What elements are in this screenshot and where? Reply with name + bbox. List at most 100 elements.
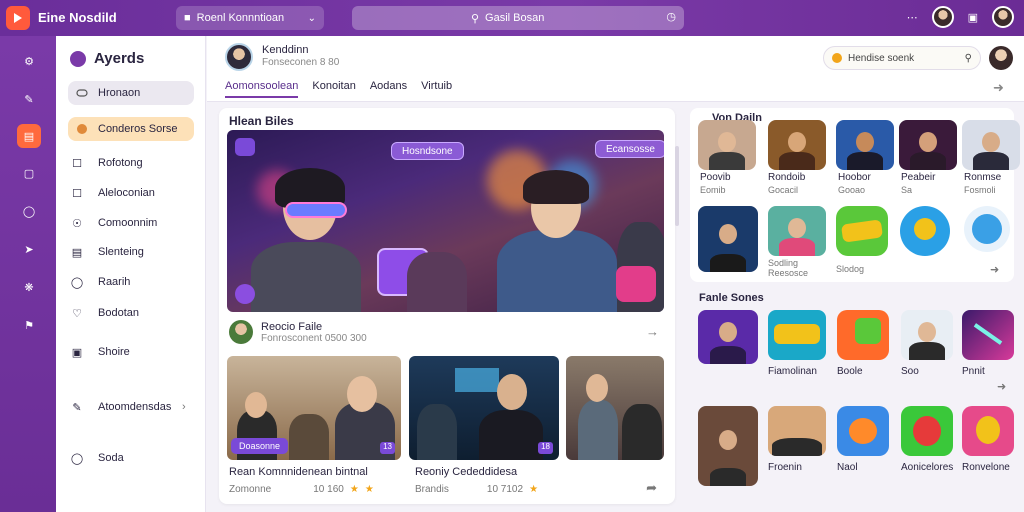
- app-tile[interactable]: [962, 310, 1014, 360]
- tab-2[interactable]: Aodans: [370, 80, 407, 98]
- share-icon[interactable]: ➜: [990, 263, 999, 276]
- face: [788, 218, 806, 238]
- video-caption[interactable]: Reoniy Cededdidesa: [415, 466, 517, 478]
- share-icon[interactable]: ➜: [997, 380, 1006, 393]
- app-tile[interactable]: [698, 120, 756, 170]
- hero-image[interactable]: Hosndsone Ecansosse: [227, 130, 664, 312]
- secondary-avatar[interactable]: [989, 46, 1013, 70]
- body: [909, 342, 945, 360]
- body: [973, 152, 1009, 170]
- timer-icon[interactable]: ◯: [18, 200, 40, 222]
- document-icon[interactable]: ▤: [17, 124, 41, 148]
- bookmark-icon[interactable]: ▣: [968, 11, 978, 24]
- app-tile[interactable]: [962, 406, 1014, 456]
- video-thumb[interactable]: 18: [409, 356, 559, 460]
- square-icon[interactable]: ▢: [18, 162, 40, 184]
- post-avatar[interactable]: [229, 320, 253, 344]
- more-icon[interactable]: ⋯: [907, 11, 918, 24]
- game-app-icon[interactable]: [836, 206, 888, 256]
- workspace-icon: ■: [184, 12, 191, 24]
- nav-item-5[interactable]: ♡ Bodotan: [70, 306, 139, 320]
- video-thumb[interactable]: Doasonne 13: [227, 356, 401, 460]
- edit-icon[interactable]: ✎: [18, 88, 40, 110]
- nav-item-1[interactable]: ☐ Aleloconian: [70, 186, 155, 200]
- user-icon: [77, 124, 87, 134]
- nav-item-6[interactable]: ▣ Shoire: [70, 345, 130, 359]
- video-count: 18: [538, 442, 553, 454]
- app-tile[interactable]: [837, 310, 889, 360]
- arrow-right-icon[interactable]: →: [646, 324, 659, 339]
- hero-chip[interactable]: Ecansosse: [595, 140, 664, 158]
- body: [772, 438, 822, 456]
- face: [718, 132, 736, 152]
- play-icon[interactable]: [235, 284, 255, 304]
- top-bar: Eine Nosdild ■ Roenl Konnntioan ⌄ ⚲ ◷ ⋯ …: [0, 0, 1024, 36]
- tab-0[interactable]: Aomonsoolean: [225, 80, 299, 98]
- app-logo-icon[interactable]: [6, 6, 30, 30]
- nav-item-0[interactable]: ☐ Rofotong: [70, 156, 143, 170]
- tab-1[interactable]: Konoitan: [312, 80, 355, 98]
- pill-search[interactable]: Hendise soenk ⚲: [823, 46, 981, 70]
- account-avatar[interactable]: [992, 6, 1014, 28]
- video-stats: 10 7102: [486, 484, 524, 495]
- video-thumb[interactable]: [566, 356, 664, 460]
- app-label: Pnnit: [962, 366, 985, 377]
- share-icon[interactable]: ➦: [646, 480, 657, 496]
- profile-avatar[interactable]: [225, 43, 253, 71]
- nav-item-8[interactable]: ◯ Soda: [70, 451, 124, 465]
- body: [710, 468, 746, 486]
- app-tile[interactable]: [901, 406, 953, 456]
- nav-item-label: Aleloconian: [98, 187, 155, 199]
- body: [710, 346, 746, 364]
- send-icon[interactable]: ➤: [18, 238, 40, 260]
- nav-item-label: Rofotong: [98, 157, 143, 169]
- chat-tile-icon[interactable]: [616, 266, 656, 302]
- chat-app-icon[interactable]: [900, 206, 950, 256]
- share-arrow-icon[interactable]: ➜: [993, 80, 1004, 96]
- user-avatar[interactable]: [931, 6, 954, 28]
- nav-item-2[interactable]: ☉ Comoonnim: [70, 216, 157, 230]
- app-tile[interactable]: [962, 120, 1020, 170]
- nav-pill-active[interactable]: Conderos Sorse: [68, 117, 194, 141]
- app-tile[interactable]: [836, 120, 894, 170]
- video-caption[interactable]: Rean Komnnidenean bintnal: [229, 466, 368, 478]
- tab-3[interactable]: Virtuib: [421, 80, 452, 98]
- workspace-select[interactable]: ■ Roenl Konnntioan ⌄: [176, 6, 324, 30]
- share-icon[interactable]: ⚙: [18, 50, 40, 72]
- app-tile[interactable]: [899, 120, 957, 170]
- global-search[interactable]: ⚲ ◷: [352, 6, 684, 30]
- star-icon: ★: [349, 484, 359, 495]
- app-tile[interactable]: [901, 310, 953, 360]
- face: [719, 322, 737, 342]
- video-count: 13: [380, 442, 395, 454]
- nav-item-7[interactable]: ✎ Atoomdensdas ›: [70, 400, 185, 414]
- badge: [976, 416, 1000, 444]
- settings-icon[interactable]: ❋: [18, 276, 40, 298]
- body: [847, 152, 883, 170]
- app-tile[interactable]: [768, 120, 826, 170]
- search-input[interactable]: [485, 12, 566, 24]
- app-label: Ronmse: [964, 172, 1002, 183]
- app-tile[interactable]: [698, 310, 758, 364]
- person-body: [417, 404, 457, 460]
- app-tile[interactable]: [698, 406, 758, 486]
- person-head: [497, 374, 527, 410]
- top-actions: ⋯ ▣: [907, 6, 1014, 28]
- app-tile[interactable]: [768, 310, 826, 360]
- face: [856, 132, 874, 152]
- messenger-app-icon[interactable]: [964, 206, 1010, 252]
- app-tile[interactable]: [837, 406, 889, 456]
- app-label: Froenin: [768, 462, 802, 473]
- nav-item-4[interactable]: ◯ Raarih: [70, 275, 131, 289]
- nav-pill-primary[interactable]: Hronaon: [68, 81, 194, 105]
- app-tile[interactable]: [768, 206, 826, 256]
- app-tile[interactable]: [698, 206, 758, 272]
- hero-chip[interactable]: Hosndsone: [391, 142, 464, 160]
- flag-icon[interactable]: ⚑: [18, 314, 40, 336]
- nav-item-3[interactable]: ▤ Slenteing: [70, 245, 144, 259]
- body: [779, 238, 815, 256]
- feed-scrollbar[interactable]: [675, 146, 679, 226]
- voice-icon[interactable]: ◷: [666, 10, 676, 23]
- comment-icon: ◯: [70, 452, 84, 465]
- app-tile[interactable]: [768, 406, 826, 456]
